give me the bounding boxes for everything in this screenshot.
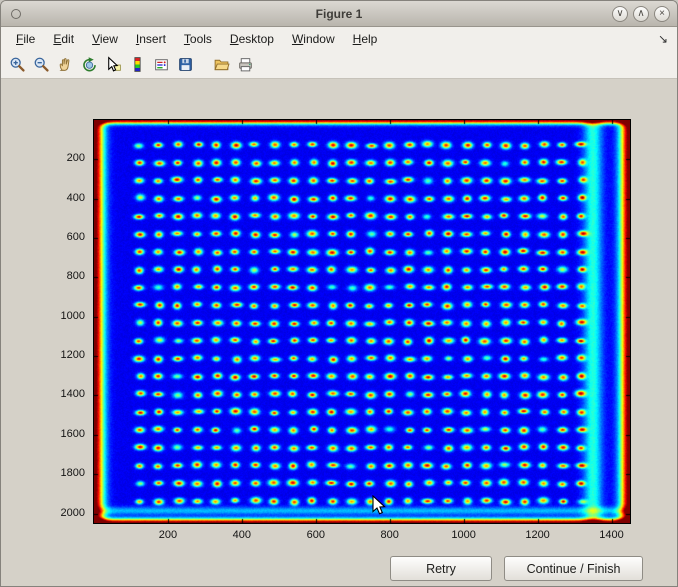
x-tick-label: 1400 [592, 529, 632, 541]
insert-colorbar-icon [129, 56, 146, 73]
insert-colorbar-button[interactable] [126, 53, 149, 76]
zoom-out-button[interactable] [30, 53, 53, 76]
toolbar-separator [198, 64, 209, 65]
menu-item-tools[interactable]: Tools [175, 29, 221, 49]
x-tick-label: 400 [222, 529, 262, 541]
zoom-in-icon [9, 56, 26, 73]
pan-button[interactable] [54, 53, 77, 76]
window-menu-icon[interactable] [11, 9, 21, 19]
rotate-3d-icon [81, 56, 98, 73]
pan-icon [57, 56, 74, 73]
y-tick-label: 1800 [39, 467, 85, 479]
y-tick-label: 600 [39, 231, 85, 243]
x-tick-label: 800 [370, 529, 410, 541]
dock-figure-icon[interactable]: ↘ [655, 32, 671, 46]
maximize-button[interactable]: ∧ [633, 6, 649, 22]
menu-item-edit[interactable]: Edit [44, 29, 83, 49]
axes-box [93, 119, 631, 524]
zoom-out-icon [33, 56, 50, 73]
y-tick-label: 1400 [39, 388, 85, 400]
heatmap-image[interactable] [94, 120, 630, 523]
print-figure-button[interactable] [234, 53, 257, 76]
y-tick-label: 400 [39, 192, 85, 204]
figure-area: Retry Continue / Finish 200 400 600 800 1000… [1, 79, 677, 586]
rotate-3d-button[interactable] [78, 53, 101, 76]
menu-item-help[interactable]: Help [344, 29, 387, 49]
continue-finish-button[interactable]: Continue / Finish [504, 556, 643, 581]
close-button[interactable]: × [654, 6, 670, 22]
menu-item-desktop[interactable]: Desktop [221, 29, 283, 49]
shade-button[interactable]: ∨ [612, 6, 628, 22]
title-bar[interactable]: Figure 1 ∨ ∧ × [1, 1, 677, 27]
y-tick-label: 2000 [39, 507, 85, 519]
menu-item-view[interactable]: View [83, 29, 127, 49]
window-title: Figure 1 [1, 7, 677, 21]
y-tick-label: 1600 [39, 428, 85, 440]
insert-legend-button[interactable] [150, 53, 173, 76]
x-tick-label: 1000 [444, 529, 484, 541]
window-controls: ∨ ∧ × [612, 1, 670, 26]
print-figure-icon [237, 56, 254, 73]
menu-bar: FileEditViewInsertToolsDesktopWindowHelp… [1, 27, 677, 50]
x-tick-label: 1200 [518, 529, 558, 541]
x-tick-label: 600 [296, 529, 336, 541]
figure-window: Figure 1 ∨ ∧ × FileEditViewInsertToolsDe… [0, 0, 678, 587]
menu-item-window[interactable]: Window [283, 29, 344, 49]
y-tick-label: 200 [39, 152, 85, 164]
x-tick-label: 200 [148, 529, 188, 541]
save-figure-button[interactable] [174, 53, 197, 76]
y-tick-label: 1200 [39, 349, 85, 361]
toolbar [1, 50, 677, 79]
menu-item-file[interactable]: File [7, 29, 44, 49]
zoom-in-button[interactable] [6, 53, 29, 76]
y-tick-label: 800 [39, 270, 85, 282]
open-file-icon [213, 56, 230, 73]
data-cursor-icon [105, 56, 122, 73]
menu-item-insert[interactable]: Insert [127, 29, 175, 49]
y-tick-label: 1000 [39, 310, 85, 322]
retry-button[interactable]: Retry [390, 556, 492, 581]
save-figure-icon [177, 56, 194, 73]
data-cursor-button[interactable] [102, 53, 125, 76]
insert-legend-icon [153, 56, 170, 73]
open-file-button[interactable] [210, 53, 233, 76]
